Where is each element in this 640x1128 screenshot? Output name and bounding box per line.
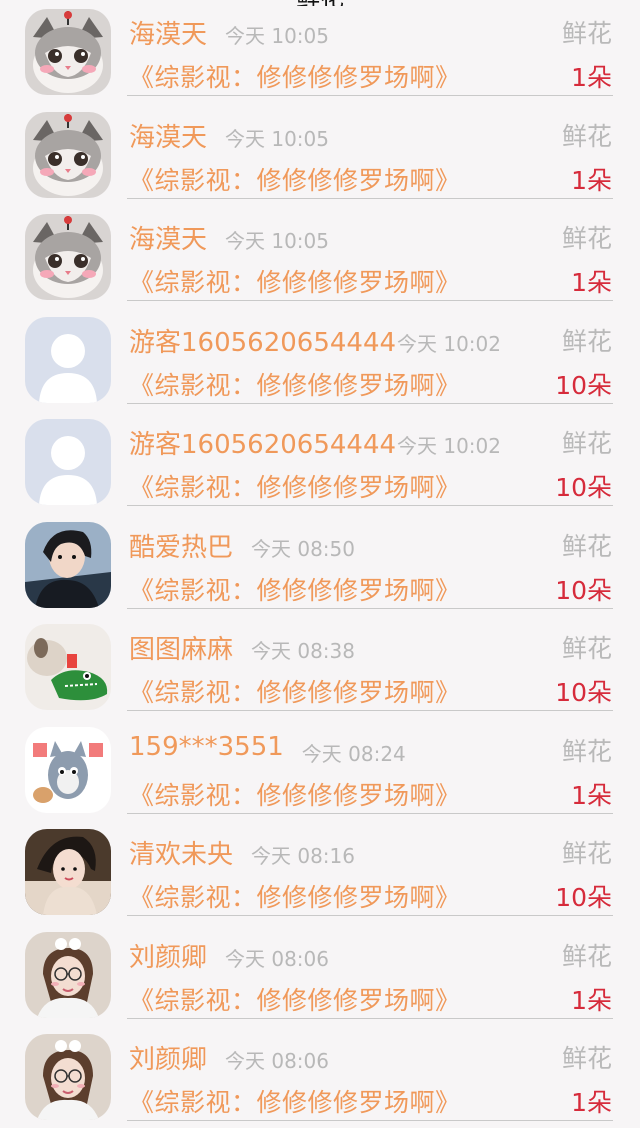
book-title[interactable]: 《综影视：修修修修罗场啊》 <box>129 468 461 504</box>
avatar[interactable] <box>25 931 111 1018</box>
avatar[interactable] <box>25 419 111 505</box>
gift-count: 1朵 <box>571 165 612 195</box>
row-divider <box>127 710 613 711</box>
avatar[interactable] <box>25 1034 111 1120</box>
sender-name: 海漠天 <box>129 225 208 255</box>
sender-name: 159***3551 <box>129 731 284 762</box>
book-title[interactable]: 《综影视：修修修修罗场啊》 <box>129 571 461 607</box>
book-title[interactable]: 《综影视：修修修修罗场啊》 <box>129 366 461 402</box>
avatar[interactable] <box>25 624 111 710</box>
sent-time: 今天 08:50 <box>251 536 355 561</box>
gift-count: 1朵 <box>571 268 612 297</box>
gift-row[interactable]: 游客1605620654444 今天 10:02 鲜花《综影视：修修修修罗场啊》 10… <box>0 410 640 513</box>
gift-type: 鲜花 <box>561 634 612 663</box>
sent-time: 今天 10:02 <box>397 434 501 458</box>
sender-name: 刘颜卿 <box>129 942 208 973</box>
book-title[interactable]: 《综影视：修修修修罗场啊》 <box>129 161 461 197</box>
sent-time: 今天 08:06 <box>225 1049 329 1073</box>
sender-name: 游客1605620654444 <box>129 430 397 460</box>
row-divider <box>127 95 613 96</box>
avatar[interactable] <box>25 726 111 813</box>
gift-row[interactable]: 海漠天 今天 10:05 鲜花《综影视：修修修修罗场啊》 1朵 <box>0 205 640 308</box>
gift-list: 海漠天 今天 10:05 鲜花 《综影视：修修修修罗场啊》 1朵 海漠天 今天 10:05 鲜… <box>0 0 640 1128</box>
gift-type: 鲜花 <box>561 224 612 253</box>
sent-time: 今天 08:16 <box>251 844 355 868</box>
gift-row[interactable]: 刘颜卿 今天 08:06 鲜花《综影视：修修修修罗场啊》 1朵 <box>0 923 640 1026</box>
gift-count: 10朵 <box>555 575 612 605</box>
sent-time: 今天 10:05 <box>225 126 329 151</box>
row-divider <box>127 402 613 404</box>
gift-type: 鲜花 <box>561 429 612 458</box>
gift-type: 鲜花 <box>561 19 612 48</box>
sender-name: 游客1605620654444 <box>129 327 397 358</box>
gift-row[interactable]: 159***3551 今天 08:24 鲜花《综影视：修修修修罗场啊》 1朵 <box>0 718 640 821</box>
gift-row[interactable]: 刘颜卿 今天 08:06 鲜花《综影视：修修修修罗场啊》 1朵 <box>0 1025 640 1128</box>
book-title[interactable]: 《综影视：修修修修罗场啊》 <box>129 673 461 709</box>
sender-name: 海漠天 <box>129 122 208 153</box>
gift-count: 10朵 <box>555 473 612 502</box>
gift-type: 鲜花 <box>561 736 612 766</box>
gift-type: 鲜花 <box>561 326 612 356</box>
sender-name: 清欢未央 <box>129 840 234 870</box>
gift-type: 鲜花 <box>561 531 612 561</box>
gift-row[interactable]: 游客1605620654444 今天 10:02 鲜花《综影视：修修修修罗场啊》 10… <box>0 308 640 411</box>
sender-name: 海漠天 <box>129 20 208 50</box>
avatar[interactable] <box>25 316 111 403</box>
book-title[interactable]: 《综影视：修修修修罗场啊》 <box>129 776 461 812</box>
gift-count: 10朵 <box>555 370 612 400</box>
gift-type: 鲜花 <box>561 839 612 868</box>
gift-type: 鲜花 <box>561 1044 612 1073</box>
sent-time: 今天 08:38 <box>251 639 355 663</box>
book-title[interactable]: 《综影视：修修修修罗场啊》 <box>129 878 461 914</box>
book-title[interactable]: 《综影视：修修修修罗场啊》 <box>129 981 461 1017</box>
gift-count: 10朵 <box>555 678 612 707</box>
gift-count: 1朵 <box>571 985 612 1015</box>
avatar[interactable] <box>25 214 111 300</box>
gift-row[interactable]: 海漠天 今天 10:05 鲜花《综影视：修修修修罗场啊》 1朵 <box>0 0 640 103</box>
gift-count: 1朵 <box>571 780 612 810</box>
gift-row[interactable]: 酷爱热巴 今天 08:50 鲜花《综影视：修修修修罗场啊》 10朵 <box>0 513 640 616</box>
row-divider <box>127 505 613 506</box>
gift-type: 鲜花 <box>561 941 612 971</box>
sent-time: 今天 10:02 <box>397 331 501 356</box>
row-divider <box>127 1120 613 1121</box>
book-title[interactable]: 《综影视：修修修修罗场啊》 <box>129 58 461 94</box>
avatar[interactable] <box>25 521 111 608</box>
gift-type: 鲜花 <box>561 121 612 151</box>
sender-name: 酷爱热巴 <box>129 532 234 563</box>
avatar[interactable] <box>25 9 111 95</box>
gift-row[interactable]: 清欢未央 今天 08:16 鲜花《综影视：修修修修罗场啊》 10朵 <box>0 820 640 923</box>
sent-time: 今天 10:05 <box>225 229 329 253</box>
sent-time: 今天 08:24 <box>301 741 406 766</box>
gift-row[interactable]: 图图麻麻 今天 08:38 鲜花《综影视：修修修修罗场啊》 10朵 <box>0 615 640 718</box>
row-divider <box>127 300 613 301</box>
avatar[interactable] <box>25 111 111 198</box>
avatar[interactable] <box>25 829 111 915</box>
row-divider <box>127 197 613 199</box>
gift-count: 1朵 <box>571 63 612 92</box>
gift-count: 10朵 <box>555 883 612 912</box>
book-title[interactable]: 《综影视：修修修修罗场啊》 <box>129 1083 461 1119</box>
gift-row[interactable]: 海漠天 今天 10:05 鲜花《综影视：修修修修罗场啊》 1朵 <box>0 103 640 206</box>
row-divider <box>127 812 613 814</box>
gift-count: 1朵 <box>571 1088 612 1117</box>
sender-name: 图图麻麻 <box>129 635 234 665</box>
book-title[interactable]: 《综影视：修修修修罗场啊》 <box>129 263 461 299</box>
sender-name: 刘颜卿 <box>129 1045 208 1075</box>
row-divider <box>127 607 613 609</box>
sent-time: 今天 08:06 <box>225 946 329 971</box>
sent-time: 今天 10:05 <box>225 24 329 48</box>
row-divider <box>127 915 613 916</box>
row-divider <box>127 1017 613 1019</box>
